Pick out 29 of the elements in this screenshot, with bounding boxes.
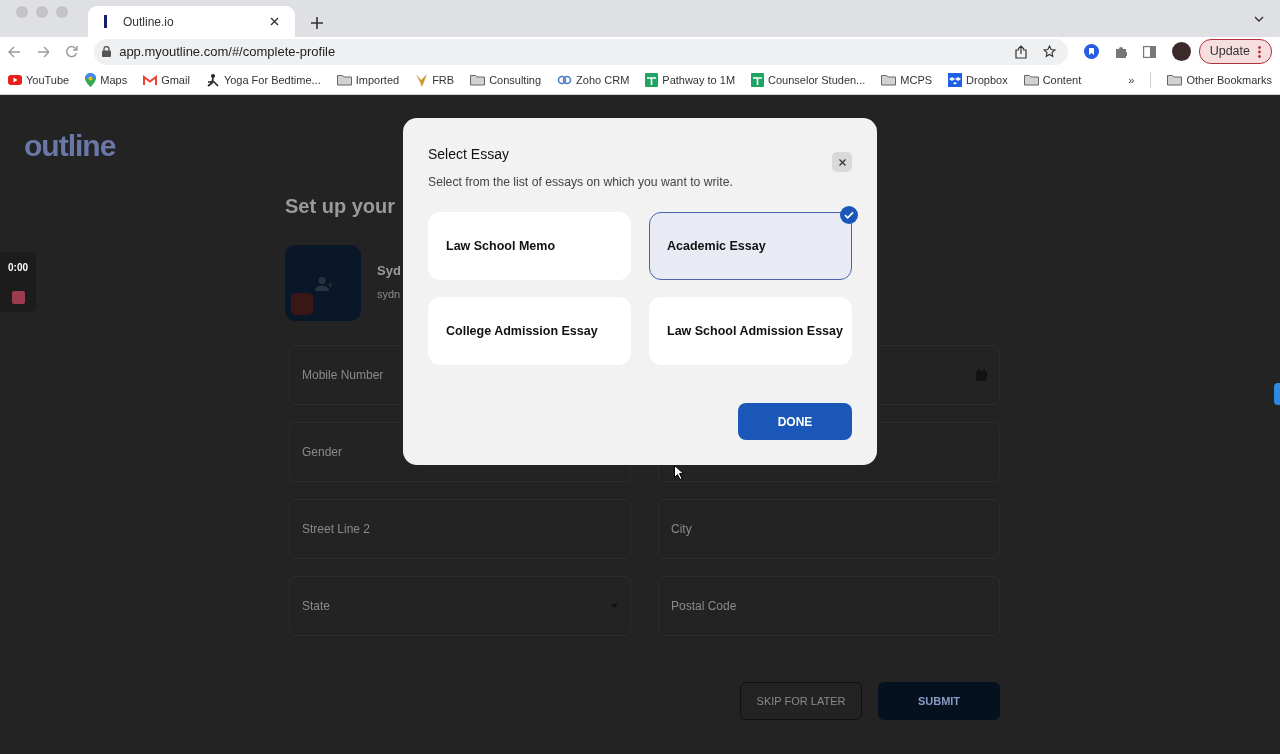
bookmark-label: Content — [1042, 72, 1082, 88]
field-label: Street Line 2 — [302, 521, 371, 538]
modal-subtitle: Select from the list of essays on which you want to write. — [428, 174, 733, 191]
tab-title: Outline.io — [123, 13, 175, 31]
profile-email: sydn — [377, 286, 401, 302]
field-label: Postal Code — [671, 598, 737, 615]
url-text: app.myoutline.com/#/complete-profile — [119, 42, 337, 61]
bookmark-label: Maps — [100, 72, 128, 88]
bookmark-label: Zoho CRM — [576, 72, 630, 88]
field-label: Gender — [302, 444, 343, 461]
bookmark-label: FRB — [432, 72, 455, 88]
field-label: City — [671, 521, 692, 538]
bookmark-label: Consulting — [489, 72, 542, 88]
bookmark-label: Counselor Studen... — [768, 72, 866, 88]
field-label: Mobile Number — [302, 367, 384, 384]
bookmark-label: Pathway to 1M — [662, 72, 736, 88]
bookmark-label: Dropbox — [966, 72, 1008, 88]
profile-name: Syd — [377, 262, 401, 281]
logo: outline — [23, 128, 117, 164]
bookmark-label: Imported — [355, 72, 400, 88]
bookmark-label: YouTube — [26, 72, 70, 88]
bookmark-label: MCPS — [900, 72, 933, 88]
field-label: State — [302, 598, 331, 615]
bookmark-label: Other Bookmarks — [1186, 72, 1272, 88]
modal-title: Select Essay — [428, 145, 510, 164]
bookmark-label: Gmail — [161, 72, 190, 88]
bookmark-label: Yoga For Bedtime... — [223, 72, 321, 88]
page-heading: Set up your — [285, 194, 395, 219]
timer-text: 0:00 — [8, 261, 28, 275]
